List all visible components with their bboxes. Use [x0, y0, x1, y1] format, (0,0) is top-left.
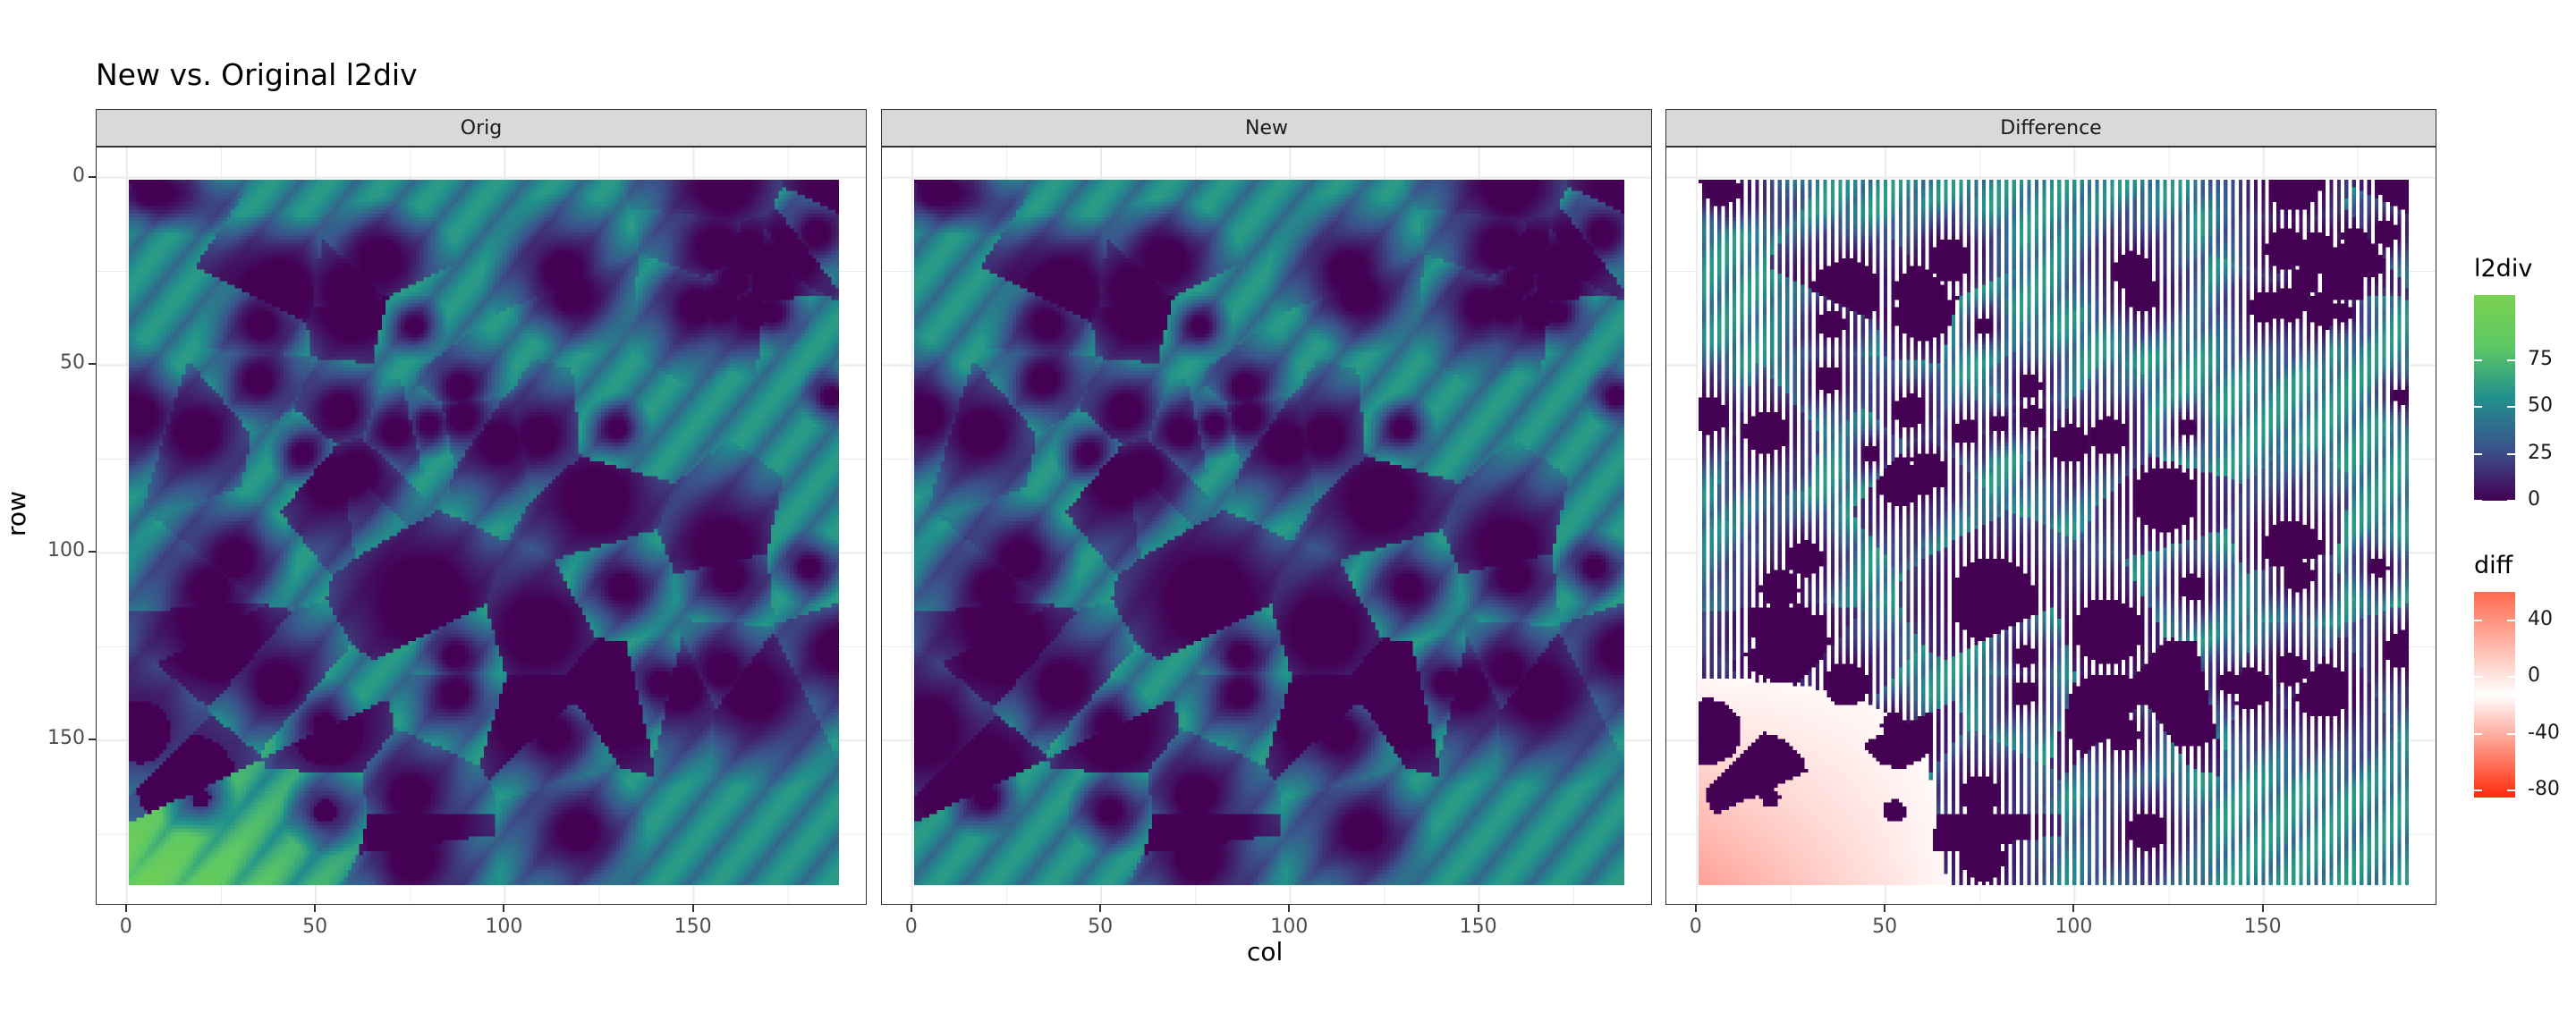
legend-tick — [2474, 406, 2482, 409]
x-tick-label: 150 — [1459, 916, 1497, 938]
legend-title-l2div: l2div — [2474, 255, 2533, 283]
x-tick-label: 50 — [1088, 916, 1114, 938]
facet-label-difference: Difference — [2000, 116, 2102, 139]
legend-break-label: -80 — [2528, 778, 2560, 801]
legend-tick — [2507, 676, 2515, 679]
heatmap-new — [913, 179, 1625, 885]
x-tick-mark — [503, 905, 505, 912]
x-tick-mark — [1694, 905, 1697, 912]
legend-tick — [2507, 359, 2515, 362]
legend-break-label: 50 — [2528, 394, 2553, 418]
legend-tick — [2474, 452, 2482, 455]
x-tick-mark — [2261, 905, 2264, 912]
legend-tick — [2474, 619, 2482, 621]
y-tick-mark — [89, 363, 96, 366]
legend-tick — [2474, 676, 2482, 679]
legend-colorbar-l2div — [2474, 295, 2515, 501]
x-tick-mark — [1884, 905, 1886, 912]
legend-tick — [2474, 359, 2482, 362]
legend-tick — [2474, 732, 2482, 735]
y-tick-label: 0 — [72, 164, 85, 187]
x-tick-label: 50 — [302, 916, 328, 938]
legend-break-label: -40 — [2528, 721, 2560, 744]
x-tick-mark — [910, 905, 912, 912]
legend-tick — [2474, 789, 2482, 792]
x-tick-label: 0 — [904, 916, 918, 938]
legend-tick — [2507, 500, 2515, 502]
x-tick-label: 150 — [2243, 916, 2282, 938]
facet-label-new: New — [1245, 116, 1288, 139]
panel-orig — [96, 147, 867, 905]
y-tick-mark — [89, 739, 96, 741]
x-tick-label: 0 — [119, 916, 132, 938]
legend-title-diff: diff — [2474, 552, 2513, 579]
legend-tick — [2507, 732, 2515, 735]
facet-label-orig: Orig — [460, 116, 503, 139]
legend-colorbar-diff — [2474, 592, 2515, 798]
legend-tick — [2474, 500, 2482, 502]
y-axis-title: row — [2, 491, 31, 536]
chart-title: New vs. Original l2div — [96, 57, 418, 92]
x-tick-mark — [2072, 905, 2075, 912]
x-tick-label: 100 — [2055, 916, 2093, 938]
y-tick-label: 100 — [47, 539, 85, 562]
panel-new — [881, 147, 1652, 905]
x-tick-mark — [1288, 905, 1291, 912]
x-tick-label: 100 — [485, 916, 523, 938]
x-tick-mark — [314, 905, 317, 912]
x-tick-mark — [124, 905, 127, 912]
x-tick-mark — [1477, 905, 1479, 912]
x-tick-label: 150 — [674, 916, 712, 938]
x-tick-label: 0 — [1689, 916, 1702, 938]
legend-tick — [2507, 619, 2515, 621]
legend-tick — [2507, 452, 2515, 455]
heatmap-difference — [1698, 179, 2410, 885]
legend-tick — [2507, 789, 2515, 792]
y-tick-mark — [89, 551, 96, 553]
y-tick-mark — [89, 175, 96, 178]
heatmap-orig — [128, 179, 840, 885]
facet-strip-orig: Orig — [96, 109, 867, 147]
legend-break-label: 40 — [2528, 607, 2553, 630]
facet-strip-difference: Difference — [1665, 109, 2436, 147]
x-tick-mark — [1099, 905, 1102, 912]
x-tick-label: 100 — [1270, 916, 1309, 938]
x-tick-mark — [691, 905, 694, 912]
legend-tick — [2507, 406, 2515, 409]
legend-break-label: 75 — [2528, 348, 2553, 371]
legend-break-label: 25 — [2528, 441, 2553, 464]
x-axis-title: col — [1247, 937, 1284, 967]
facet-strip-new: New — [881, 109, 1652, 147]
x-tick-label: 50 — [1872, 916, 1898, 938]
y-tick-label: 150 — [47, 727, 85, 750]
y-tick-label: 50 — [60, 351, 85, 375]
legend-break-label: 0 — [2528, 664, 2540, 688]
panel-difference — [1665, 147, 2436, 905]
legend-break-label: 0 — [2528, 488, 2540, 511]
